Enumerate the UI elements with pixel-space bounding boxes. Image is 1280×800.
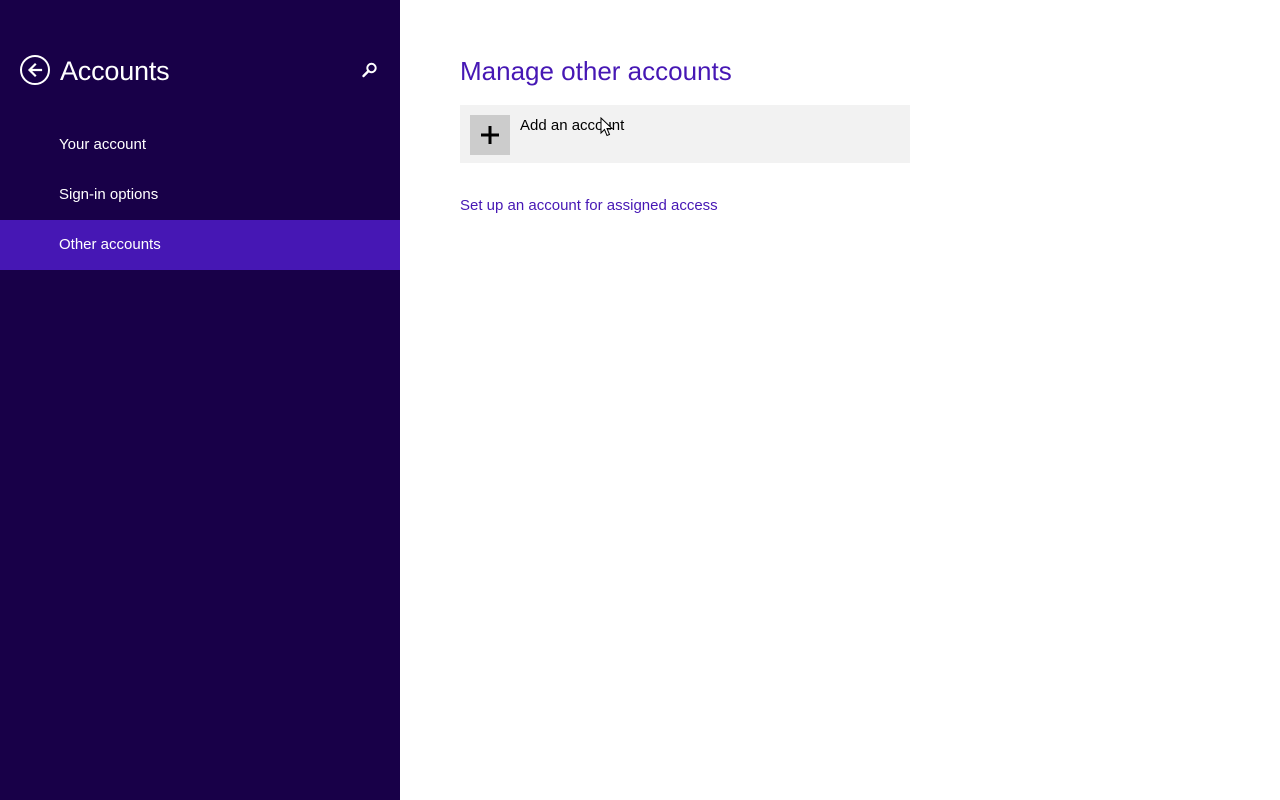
pc-settings-window: Accounts Your account Sign-in options Ot… <box>0 0 1280 800</box>
sidebar-nav: Your account Sign-in options Other accou… <box>0 120 400 270</box>
back-button[interactable] <box>20 55 50 85</box>
sidebar-item-label: Your account <box>59 136 147 153</box>
sidebar-item-other-accounts[interactable]: Other accounts <box>0 220 400 270</box>
sidebar-item-label: Other accounts <box>59 236 161 253</box>
sidebar-title: Accounts <box>60 56 170 86</box>
assigned-access-link[interactable]: Set up an account for assigned access <box>460 196 718 216</box>
search-icon <box>362 62 377 78</box>
add-account-label: Add an account <box>520 117 625 134</box>
back-arrow-icon <box>27 62 43 78</box>
sidebar-item-your-account[interactable]: Your account <box>0 120 400 170</box>
add-account-button[interactable]: Add an account <box>460 105 910 163</box>
main-content: Manage other accounts Add an account Set… <box>400 0 1280 800</box>
sidebar-item-sign-in-options[interactable]: Sign-in options <box>0 170 400 220</box>
page-title: Manage other accounts <box>460 56 732 86</box>
sidebar-item-label: Sign-in options <box>59 186 159 203</box>
search-button[interactable] <box>360 60 380 80</box>
sidebar-header: Accounts <box>20 54 380 88</box>
plus-icon <box>481 126 499 144</box>
add-account-icon-box <box>470 115 510 155</box>
sidebar: Accounts Your account Sign-in options Ot… <box>0 0 400 800</box>
